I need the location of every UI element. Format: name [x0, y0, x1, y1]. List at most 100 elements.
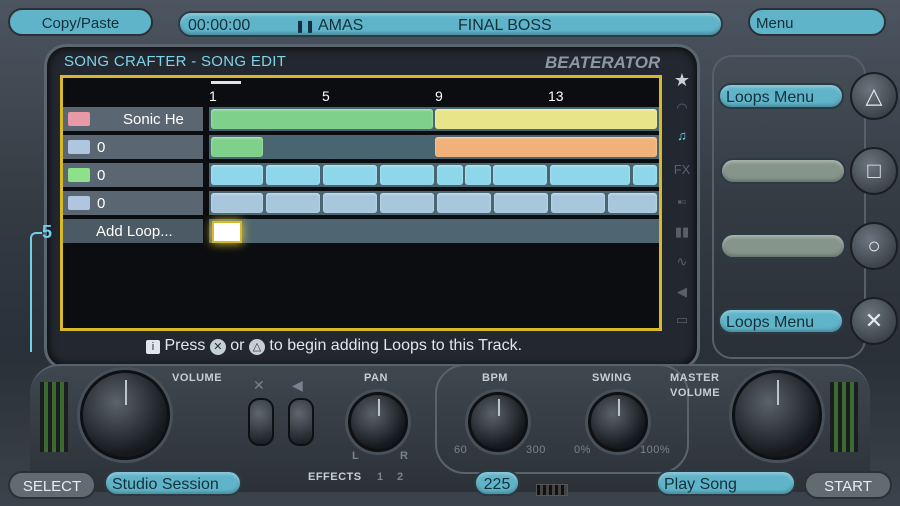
hint-bar: i Press ✕ or △ to begin adding Loops to … [146, 337, 522, 355]
timeline-ruler: 1 5 9 13 [209, 78, 659, 106]
mute-icon: ✕ [253, 377, 265, 393]
speaker-icon: ◀ [292, 377, 303, 393]
speaker-icon[interactable]: ◀ [672, 284, 692, 302]
loop-block[interactable] [380, 165, 434, 185]
hint-suffix: to begin adding Loops to this Track. [269, 337, 523, 354]
loop-block[interactable] [437, 193, 491, 213]
keys-icon[interactable]: ▮▮ [672, 224, 692, 242]
play-song-label: Play Song [664, 476, 737, 493]
bpm-knob[interactable] [468, 392, 528, 452]
bpm-value: 225 [483, 476, 511, 493]
circle-button[interactable]: ○ [850, 222, 898, 270]
master-volume-label-1: MASTER [670, 372, 720, 384]
loop-block[interactable] [437, 165, 463, 185]
drum-icon[interactable]: ▪▫ [672, 194, 692, 212]
track-lane[interactable] [209, 135, 659, 161]
effect-2-toggle[interactable] [288, 398, 314, 446]
pan-knob[interactable] [348, 392, 408, 452]
add-loop-label: Add Loop... [96, 223, 173, 240]
track-lane[interactable] [209, 163, 659, 189]
copy-paste-button[interactable]: Copy/Paste [8, 8, 153, 36]
mic-icon[interactable]: ▭ [672, 312, 692, 330]
start-label: START [824, 478, 872, 495]
loops-menu-bottom-button[interactable]: Loops Menu [718, 308, 844, 334]
track-name: 0 [97, 167, 106, 184]
loop-block[interactable] [323, 193, 377, 213]
track-count: 5 [42, 222, 53, 242]
loop-block[interactable] [211, 193, 263, 213]
master-volume-knob[interactable] [732, 370, 822, 460]
loop-block[interactable] [493, 165, 547, 185]
studio-session-label: Studio Session [112, 476, 219, 493]
pan-left-label: L [352, 450, 360, 462]
loop-block[interactable] [435, 109, 657, 129]
pan-label: PAN [364, 372, 388, 384]
level-meter-right [830, 382, 858, 452]
battery-icon [536, 484, 568, 496]
loop-block[interactable] [633, 165, 657, 185]
add-loop-row[interactable]: Add Loop... [63, 219, 203, 245]
start-button[interactable]: START [804, 471, 892, 499]
swing-max-label: 100% [640, 444, 671, 456]
loop-block[interactable] [465, 165, 491, 185]
volume-knob[interactable] [80, 370, 170, 460]
fx-icon[interactable]: FX [672, 162, 692, 180]
loop-block[interactable] [266, 165, 320, 185]
empty-slot-square[interactable] [720, 158, 846, 184]
loop-block[interactable] [494, 193, 548, 213]
note-icon[interactable]: ♫ [672, 128, 692, 146]
empty-slot-circle[interactable] [720, 233, 846, 259]
loop-block[interactable] [551, 193, 605, 213]
playhead-indicator [211, 81, 241, 84]
loop-block[interactable] [211, 137, 263, 157]
loop-block[interactable] [608, 193, 657, 213]
ruler-label: 9 [435, 88, 443, 104]
loop-cursor[interactable] [212, 221, 242, 243]
track-scroll-line [30, 232, 42, 352]
loop-block[interactable] [323, 165, 377, 185]
loop-block[interactable] [435, 137, 657, 157]
cross-icon: ✕ [209, 339, 226, 355]
bpm-value-display[interactable]: 225 [474, 470, 520, 496]
ruler-label: 1 [209, 88, 217, 104]
loop-block[interactable] [266, 193, 320, 213]
swing-min-label: 0% [574, 444, 591, 456]
add-loop-lane[interactable] [209, 219, 659, 245]
device-frame: Copy/Paste 00:00:00 ❚❚ AMAS FINAL BOSS M… [0, 0, 900, 506]
swing-knob[interactable] [588, 392, 648, 452]
circle-icon: ○ [867, 233, 881, 258]
screen-header: SONG CRAFTER - SONG EDIT [64, 53, 287, 70]
track-label[interactable]: 0 [63, 191, 203, 217]
studio-session-button[interactable]: Studio Session [104, 470, 242, 496]
triangle-button[interactable]: △ [850, 72, 898, 120]
bpm-label: BPM [482, 372, 508, 384]
cross-button[interactable]: ✕ [850, 297, 898, 345]
copy-paste-label: Copy/Paste [41, 15, 120, 32]
effect-1-label: 1 [377, 471, 384, 483]
track-label[interactable]: Sonic He [63, 107, 203, 133]
loop-block[interactable] [380, 193, 434, 213]
loop-block[interactable] [211, 109, 433, 129]
wave-icon[interactable]: ∿ [672, 254, 692, 272]
loop-block[interactable] [211, 165, 263, 185]
headphones-icon: ◠ [676, 100, 688, 115]
loops-menu-top-button[interactable]: Loops Menu [718, 83, 844, 109]
triangle-icon: △ [248, 339, 265, 355]
track-label[interactable]: 0 [63, 163, 203, 189]
timer: 00:00:00 [188, 17, 251, 34]
track-label[interactable]: 0 [63, 135, 203, 161]
hint-or: or [230, 337, 245, 354]
square-button[interactable]: □ [850, 147, 898, 195]
effect-1-toggle[interactable] [248, 398, 274, 446]
menu-button[interactable]: Menu [748, 8, 886, 36]
play-song-button[interactable]: Play Song [656, 470, 796, 496]
star-icon: ★ [673, 70, 691, 90]
select-label: SELECT [22, 478, 82, 495]
loop-block[interactable] [550, 165, 630, 185]
select-button[interactable]: SELECT [8, 471, 96, 499]
track-name: 0 [97, 195, 106, 212]
hint-prefix: Press [164, 337, 206, 354]
track-lane[interactable] [209, 191, 659, 217]
pause-icon: ❚❚ [295, 19, 316, 33]
track-lane[interactable] [209, 107, 659, 133]
